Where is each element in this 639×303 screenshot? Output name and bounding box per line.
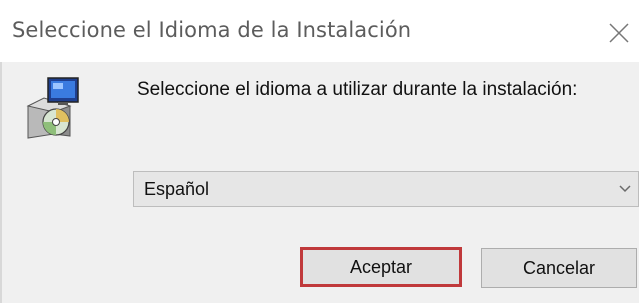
close-icon[interactable]	[598, 14, 638, 54]
cancel-button[interactable]: Cancelar	[481, 248, 637, 288]
installer-setup-icon	[24, 76, 82, 140]
title-bar[interactable]: Seleccione el Idioma de la Instalación	[0, 0, 639, 62]
language-select[interactable]: Español	[133, 171, 639, 207]
language-dialog-window: Seleccione el Idioma de la Instalación S…	[0, 0, 639, 303]
window-title: Seleccione el Idioma de la Instalación	[12, 18, 412, 42]
dialog-client-area: Seleccione el idioma a utilizar durante …	[0, 62, 639, 303]
language-prompt: Seleccione el idioma a utilizar durante …	[137, 79, 578, 100]
language-select-value: Español	[144, 179, 210, 199]
chevron-down-icon[interactable]	[618, 182, 632, 196]
accept-button[interactable]: Aceptar	[300, 247, 462, 287]
